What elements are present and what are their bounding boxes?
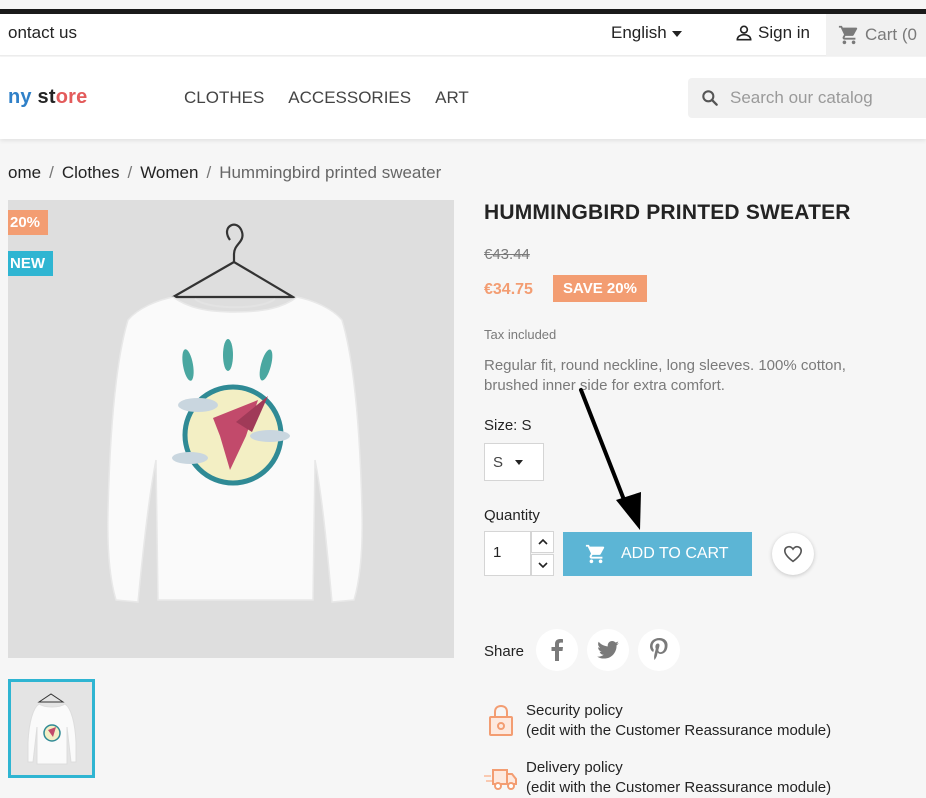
product-title: HUMMINGBIRD PRINTED SWEATER: [484, 201, 851, 224]
facebook-icon: [551, 639, 563, 661]
menu-item-clothes[interactable]: CLOTHES: [184, 88, 264, 108]
quantity-decrease-button[interactable]: [531, 554, 554, 576]
signin-label: Sign in: [758, 23, 810, 42]
menu-item-art[interactable]: ART: [435, 88, 469, 108]
product-thumbnail[interactable]: [8, 679, 95, 778]
new-flag: NEW: [8, 251, 53, 276]
breadcrumb-home[interactable]: ome: [8, 163, 41, 183]
sweater-illustration: [107, 223, 363, 603]
language-label: English: [611, 23, 667, 42]
twitter-icon: [597, 641, 619, 659]
wishlist-button[interactable]: [772, 533, 814, 575]
main-menu: CLOTHES ACCESSORIES ART: [184, 88, 469, 108]
delivery-truck-icon: [484, 758, 518, 798]
breadcrumb-separator: /: [127, 163, 133, 182]
quantity-input[interactable]: 1: [484, 531, 531, 576]
chevron-down-icon: [515, 459, 524, 465]
reassurance-security: Security policy (edit with the Customer …: [484, 701, 831, 741]
cart-icon: [585, 544, 605, 564]
current-price: €34.75: [484, 281, 533, 298]
main-header: ny store CLOTHES ACCESSORIES ART Search …: [0, 57, 926, 139]
reassurance-subtitle: (edit with the Customer Reassurance modu…: [526, 722, 832, 739]
size-select-value: S: [493, 453, 504, 471]
product-description: Regular fit, round neckline, long sleeve…: [484, 357, 846, 394]
add-to-cart-label: ADD TO CART: [621, 545, 729, 562]
search-input[interactable]: Search our catalog: [730, 88, 873, 108]
menu-item-accessories[interactable]: ACCESSORIES: [288, 88, 411, 108]
chevron-down-icon: [671, 30, 682, 37]
pinterest-share-button[interactable]: [638, 629, 680, 671]
chevron-down-icon: [537, 562, 548, 569]
regular-price: €43.44: [484, 246, 530, 263]
breadcrumb-separator: /: [206, 163, 212, 182]
reassurance-delivery: Delivery policy (edit with the Customer …: [484, 758, 831, 798]
quantity-label: Quantity: [484, 507, 540, 524]
language-selector[interactable]: English: [611, 23, 682, 43]
add-to-cart-button[interactable]: ADD TO CART: [563, 532, 752, 576]
logo-text-3: ore: [55, 86, 88, 108]
heart-icon: [783, 545, 803, 563]
share-label: Share: [484, 643, 525, 660]
user-icon: [736, 25, 752, 41]
lock-icon: [484, 701, 518, 741]
tax-label: Tax included: [484, 327, 557, 342]
search-icon: [702, 90, 718, 106]
store-logo[interactable]: ny store: [8, 86, 87, 109]
contact-link[interactable]: ontact us: [8, 23, 77, 43]
cart-icon: [838, 25, 858, 45]
product-cover-image[interactable]: 20% NEW: [8, 200, 454, 658]
breadcrumb: ome / Clothes / Women / Hummingbird prin…: [8, 163, 441, 183]
breadcrumb-clothes[interactable]: Clothes: [62, 163, 120, 183]
cart-link[interactable]: Cart (0: [826, 14, 926, 56]
search-box[interactable]: Search our catalog: [688, 78, 926, 118]
sweater-thumbnail-image: [27, 693, 77, 765]
breadcrumb-separator: /: [49, 163, 54, 182]
facebook-share-button[interactable]: [536, 629, 578, 671]
reassurance-title: Delivery policy: [526, 759, 623, 776]
size-label: Size: S: [484, 417, 532, 434]
pinterest-icon: [650, 638, 668, 660]
logo-text-1: ny: [8, 86, 32, 108]
discount-flag: 20%: [8, 210, 49, 235]
cart-label: Cart (0: [865, 25, 917, 44]
quantity-increase-button[interactable]: [531, 531, 554, 553]
breadcrumb-women[interactable]: Women: [140, 163, 198, 183]
size-select[interactable]: S: [484, 443, 544, 481]
chevron-up-icon: [537, 538, 548, 545]
breadcrumb-current: Hummingbird printed sweater: [219, 163, 442, 182]
twitter-share-button[interactable]: [587, 629, 629, 671]
logo-text-2: st: [31, 86, 56, 108]
top-nav: ontact us English Sign in Cart (0: [0, 14, 926, 56]
save-badge: SAVE 20%: [553, 275, 647, 302]
signin-link[interactable]: Sign in: [734, 23, 810, 43]
reassurance-title: Security policy: [526, 702, 623, 719]
reassurance-subtitle: (edit with the Customer Reassurance modu…: [526, 779, 832, 796]
